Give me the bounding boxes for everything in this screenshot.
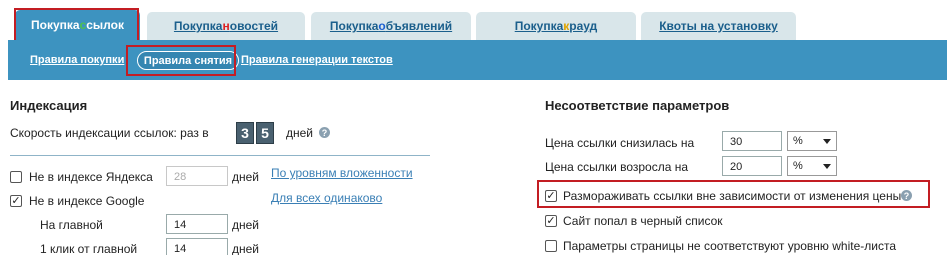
tab-label-part: бъявлений bbox=[385, 19, 453, 33]
tab-buy-crowd[interactable]: Покупка к рауд bbox=[476, 12, 636, 40]
price-down-input[interactable]: 30 bbox=[722, 131, 782, 151]
price-down-unit-select[interactable]: % bbox=[787, 131, 837, 151]
help-icon[interactable]: ? bbox=[901, 190, 912, 201]
one-click-unit: дней bbox=[232, 242, 260, 255]
sub-navigation: Правила покупки Правила снятия Правила г… bbox=[8, 40, 947, 80]
subnav-generation-rules[interactable]: Правила генерации текстов bbox=[241, 54, 393, 66]
price-down-label: Цена ссылки снизилась на bbox=[545, 136, 695, 150]
not-yandex-label: Не в индексе Яндекса bbox=[29, 170, 153, 184]
main-page-label: На главной bbox=[40, 218, 103, 232]
divider bbox=[10, 155, 430, 156]
one-click-label: 1 клик от главной bbox=[40, 242, 138, 255]
tab-buy-news[interactable]: Покупка н овостей bbox=[147, 12, 305, 40]
price-up-input[interactable]: 20 bbox=[722, 156, 782, 176]
tab-label-accent: н bbox=[222, 19, 230, 33]
unfreeze-label: Размораживать ссылки вне зависимости от … bbox=[563, 189, 902, 203]
not-yandex-days-input[interactable]: 28 bbox=[166, 166, 228, 186]
chevron-down-icon bbox=[823, 139, 831, 144]
subnav-remove-rules[interactable]: Правила снятия bbox=[137, 51, 239, 70]
tab-label-part: Покупка bbox=[514, 19, 564, 33]
by-levels-link[interactable]: По уровням вложенности bbox=[271, 166, 413, 180]
not-google-label: Не в индексе Google bbox=[29, 194, 145, 208]
tab-label-part: Покупка bbox=[329, 19, 379, 33]
top-tabs: Покупка с сылок Покупка н овостей Покупка … bbox=[0, 0, 947, 40]
tab-install-quotas[interactable]: Квоты на установку bbox=[641, 12, 796, 40]
one-click-days-input[interactable]: 14 bbox=[166, 238, 228, 255]
price-down-unit-value: % bbox=[793, 135, 803, 147]
tab-buy-links[interactable]: Покупка с сылок bbox=[15, 10, 140, 40]
not-yandex-checkbox[interactable] bbox=[10, 171, 22, 183]
help-icon[interactable]: ? bbox=[319, 127, 330, 138]
tab-label-part: овостей bbox=[229, 19, 279, 33]
whitelist-label: Параметры страницы не соответствуют уров… bbox=[563, 239, 897, 253]
tab-label: Квоты на установку bbox=[659, 19, 778, 33]
price-up-unit-value: % bbox=[793, 160, 803, 172]
tab-label-part: сылок bbox=[86, 18, 124, 32]
index-speed-label: Скорость индексации ссылок: раз в bbox=[10, 126, 209, 140]
whitelist-checkbox[interactable] bbox=[545, 240, 557, 252]
price-up-label: Цена ссылки возросла на bbox=[545, 160, 689, 174]
speed-digit[interactable]: 5 bbox=[256, 122, 274, 144]
tab-label-part: рауд bbox=[569, 19, 598, 33]
subnav-buy-rules[interactable]: Правила покупки bbox=[30, 54, 124, 66]
blacklist-checkbox[interactable]: ✓ bbox=[545, 215, 557, 227]
indexing-title: Индексация bbox=[10, 98, 88, 113]
tab-label-part: Покупка bbox=[173, 19, 223, 33]
unfreeze-checkbox[interactable]: ✓ bbox=[545, 190, 557, 202]
not-yandex-unit: дней bbox=[232, 170, 260, 184]
index-speed-unit: дней bbox=[286, 126, 314, 140]
tab-label-accent: с bbox=[79, 18, 87, 32]
tab-label-accent: о bbox=[378, 19, 386, 33]
subnav-remove-rules-label: Правила снятия bbox=[143, 54, 233, 67]
chevron-down-icon bbox=[823, 164, 831, 169]
all-same-link[interactable]: Для всех одинаково bbox=[271, 191, 382, 205]
main-page-days-input[interactable]: 14 bbox=[166, 214, 228, 234]
blacklist-label: Сайт попал в черный список bbox=[563, 214, 723, 228]
price-up-unit-select[interactable]: % bbox=[787, 156, 837, 176]
speed-digit[interactable]: 3 bbox=[236, 122, 254, 144]
mismatch-title: Несоответствие параметров bbox=[545, 98, 730, 113]
not-google-checkbox[interactable]: ✓ bbox=[10, 195, 22, 207]
tab-buy-ads[interactable]: Покупка о бъявлений bbox=[311, 12, 471, 40]
main-page-unit: дней bbox=[232, 218, 260, 232]
tab-label-part: Покупка bbox=[31, 18, 80, 32]
